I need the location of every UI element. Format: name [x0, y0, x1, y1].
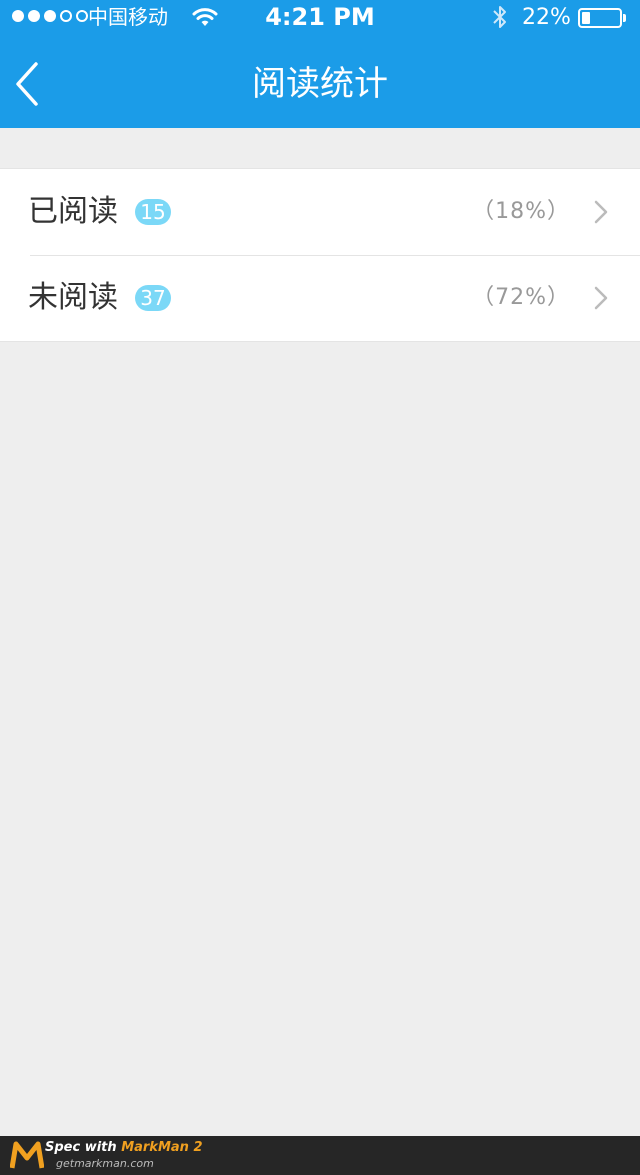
- markman-footer: Spec with MarkMan 2 getmarkman.com: [0, 1136, 640, 1175]
- status-bar: 中国移动 4:21 PM 22%: [0, 0, 640, 40]
- chevron-right-icon: [594, 286, 608, 310]
- row-label: 已阅读: [28, 194, 118, 229]
- battery-percent: 22%: [522, 5, 571, 30]
- list-item-read[interactable]: 已阅读 15 （18%）: [0, 169, 640, 255]
- count-badge: 37: [135, 285, 171, 311]
- row-percent: （72%）: [472, 285, 570, 310]
- row-percent: （18%）: [472, 199, 570, 224]
- list-item-unread[interactable]: 未阅读 37 （72%）: [0, 255, 640, 341]
- footer-title: Spec with MarkMan 2: [45, 1140, 203, 1156]
- page-title: 阅读统计: [252, 64, 388, 104]
- battery-icon: [578, 8, 622, 28]
- footer-prefix: Spec with: [45, 1140, 122, 1155]
- footer-site: getmarkman.com: [56, 1157, 154, 1170]
- header-bar: 中国移动 4:21 PM 22% 阅读统计: [0, 0, 640, 128]
- chevron-right-icon: [594, 200, 608, 224]
- markman-logo-icon: [10, 1141, 44, 1169]
- row-label: 未阅读: [28, 280, 118, 315]
- reading-stats-list: 已阅读 15 （18%） 未阅读 37 （72%）: [0, 168, 640, 342]
- bluetooth-icon: [493, 6, 506, 28]
- battery-cap: [623, 14, 626, 22]
- battery-level-fill: [582, 12, 590, 24]
- footer-brand: MarkMan 2: [121, 1140, 203, 1155]
- count-badge: 15: [135, 199, 171, 225]
